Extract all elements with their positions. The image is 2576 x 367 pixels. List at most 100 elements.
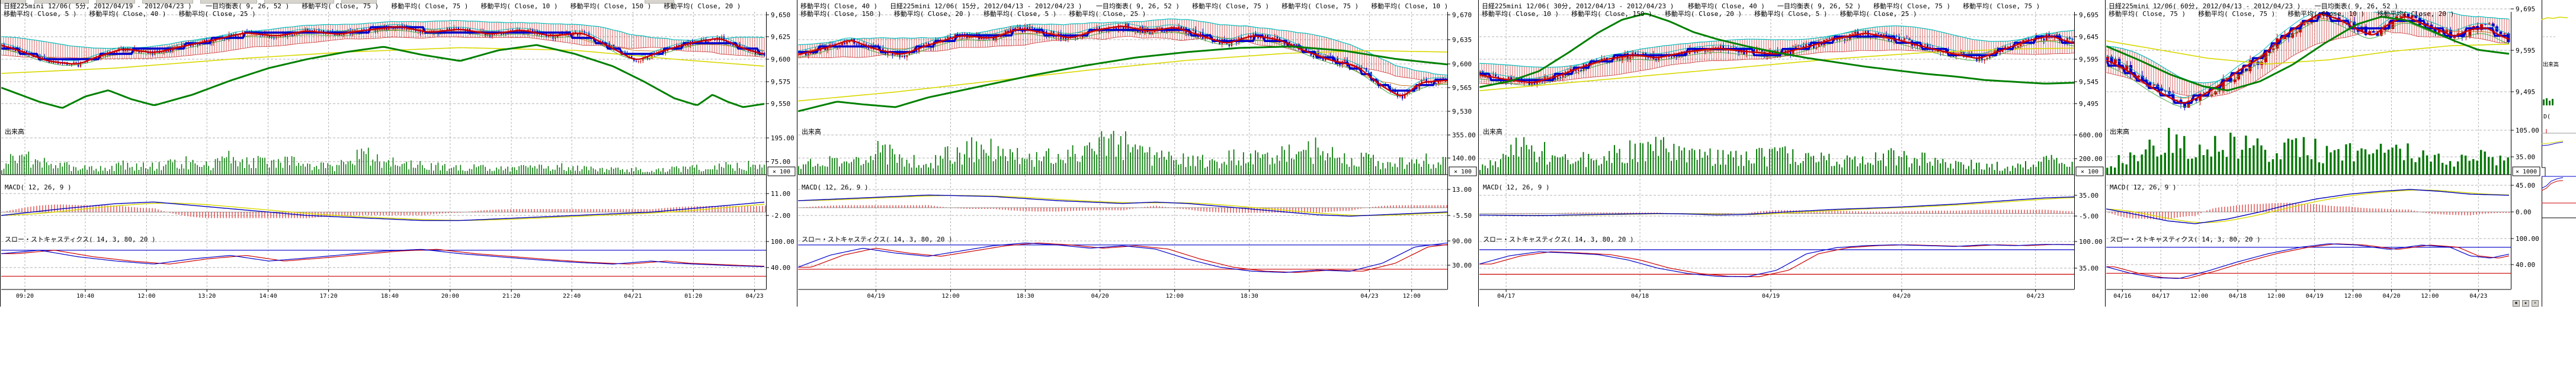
panel-60min-plot[interactable]: 9,6959,5959,495105.0035.0045.000.00100.0… (2105, 0, 2542, 367)
window-control-button-3[interactable]: × (2532, 300, 2539, 307)
legend-item: 移動平均( Close, 75 ) (1281, 2, 1359, 10)
macd-pane (2106, 189, 2511, 224)
macd-tick-label: 13.00 (1452, 186, 1472, 194)
legend-item: 移動平均( Close, 40 ) (800, 2, 877, 10)
stoch-tick-label: 100.00 (2516, 235, 2539, 243)
legend-item: 一目均衡表( 9, 26, 52 ) (1096, 2, 1180, 10)
candlesticks (1479, 28, 2073, 88)
stochastics-pane (1479, 244, 2074, 277)
legend-item: 移動平均( Close, 75 ) (2198, 9, 2275, 18)
macd-tick-label: -2.00 (771, 212, 790, 220)
legend-item: 移動平均( Close, 25 ) (1069, 9, 1146, 18)
stoch-tick-label: 40.00 (2516, 261, 2535, 269)
time-label: 12:00 (2344, 293, 2362, 300)
window-control-button-1[interactable]: ■ (2513, 300, 2520, 307)
legend-item: 移動平均( Close, 5 ) (4, 9, 76, 18)
price-tick-label: 9,645 (2079, 33, 2098, 41)
time-label: 04/19 (2306, 293, 2324, 300)
volume-tick-label: 195.00 (771, 134, 794, 142)
stoch-tick-label: 90.00 (1452, 237, 1472, 245)
fragment-line (2542, 17, 2568, 20)
time-label: 04/18 (1631, 293, 1649, 300)
volume-multiplier-label: × 100 (2081, 169, 2098, 175)
stoch-tick-label: 40.00 (771, 264, 790, 272)
macd-tick-label: 45.00 (2516, 182, 2535, 189)
legend-item: 移動平均( Close, 5 ) (1754, 9, 1827, 18)
price-tick-label: 9,595 (2079, 56, 2098, 63)
time-label: 04/20 (1091, 293, 1109, 300)
fragment-label: 出来高 (2543, 61, 2559, 68)
legend-item: 移動平均( Close, 10 ) (480, 2, 558, 10)
time-label: 18:30 (1241, 293, 1258, 300)
legend-item: 移動平均( Close, 10 ) (1371, 2, 1448, 10)
time-label: 10:40 (76, 293, 94, 300)
time-label: 12:00 (1166, 293, 1184, 300)
volume-section-label: 出来高 (1483, 127, 1502, 136)
legend-item: 移動平均( Close, 20 ) (664, 2, 741, 10)
macd-section-label: MACD( 12, 26, 9 ) (2110, 184, 2177, 191)
stoch-section-label: スロー・ストキャスティクス( 14, 3, 80, 20 ) (802, 236, 953, 243)
time-label: 04/23 (2469, 293, 2487, 300)
window-control-button-2[interactable]: ● (2522, 300, 2529, 307)
stoch-tick-label: 35.00 (2079, 265, 2098, 272)
fragment-line (2542, 181, 2563, 191)
stochastics-pane (1, 249, 766, 276)
legend-item: 移動平均( Close, 20 ) (894, 9, 971, 18)
stoch-tick-label: 100.00 (2079, 238, 2103, 246)
legend-item: 移動平均( Close, 75 ) (1873, 2, 1950, 10)
time-label: 12:00 (942, 293, 960, 300)
legend-item: 移動平均( Close, 20 ) (2377, 9, 2454, 18)
partial-panel: 出来高D( (2542, 0, 2576, 367)
stoch-section-label: スロー・ストキャスティクス( 14, 3, 80, 20 ) (5, 236, 156, 243)
macd-pane (1, 202, 766, 220)
volume-section-label: 出来高 (5, 127, 24, 136)
legend-item: 日経225mini 12/06( 5分, 2012/04/19 - 2012/0… (4, 2, 192, 10)
stochastics-pane (798, 243, 1447, 272)
volume-multiplier-label: × 100 (773, 169, 790, 175)
fragment-volume-bar (2552, 99, 2553, 105)
macd-tick-label: 11.00 (771, 190, 790, 198)
volume-section-label: 出来高 (802, 127, 821, 136)
panel-30min-plot[interactable]: 9,6959,6459,5959,5459,495600.00200.0035.… (1478, 0, 2105, 367)
price-tick-label: 9,600 (1452, 60, 1472, 68)
time-label: 04/23 (746, 293, 764, 300)
macd-section-label: MACD( 12, 26, 9 ) (5, 184, 72, 191)
time-label: 18:40 (381, 293, 399, 300)
time-label: 14:40 (259, 293, 277, 300)
time-label: 04/23 (2027, 293, 2045, 300)
stoch-tick-label: 30.00 (1452, 262, 1472, 269)
panel-15min-plot[interactable]: 9,6709,6359,6009,5659,530355.00140.0013.… (797, 0, 1478, 367)
moving-averages (1479, 14, 2074, 91)
stoch-section-label: スロー・ストキャスティクス( 14, 3, 80, 20 ) (2110, 236, 2261, 243)
stochastics-pane (2106, 244, 2511, 279)
volume-multiplier-label: × 100 (1454, 169, 1472, 175)
legend-item: 移動平均( Close, 20 ) (1665, 9, 1742, 18)
volume-tick-label: 200.00 (2079, 155, 2103, 163)
macd-pane (1479, 197, 2074, 215)
time-label: 04/20 (1893, 293, 1911, 300)
partial-panel-plot[interactable]: 出来高D( (2542, 0, 2576, 367)
price-tick-label: 9,550 (771, 100, 790, 108)
time-label: 13:20 (198, 293, 216, 300)
macd-section-label: MACD( 12, 26, 9 ) (1483, 184, 1550, 191)
time-label: 12:00 (137, 293, 155, 300)
volume-bars (1, 147, 765, 175)
time-label: 20:00 (441, 293, 459, 300)
price-tick-label: 9,495 (2516, 88, 2535, 96)
panel-5min-plot[interactable]: 9,6509,6259,6009,5759,550195.0075.0011.0… (0, 0, 797, 367)
time-label: 04/19 (867, 293, 885, 300)
macd-tick-label: -5.00 (2079, 213, 2098, 220)
volume-bars (1479, 137, 2073, 175)
macd-tick-label: 35.00 (2079, 192, 2098, 199)
stoch-section-label: スロー・ストキャスティクス( 14, 3, 80, 20 ) (1483, 236, 1634, 243)
legend-item: 移動平均( Close, 75 ) (391, 2, 468, 10)
legend-item: 移動平均( Close, 10 ) (1482, 9, 1559, 18)
legend-item: 日経225mini 12/06( 60分, 2012/04/13 - 2012/… (2109, 2, 2301, 10)
legend-item: 一目均衡表( 9, 26, 52 ) (206, 2, 289, 10)
price-tick-label: 9,600 (771, 56, 790, 63)
legend-item: 移動平均( Close, 150 ) (800, 9, 882, 18)
volume-section-label: 出来高 (2110, 127, 2129, 136)
time-label: 09:20 (16, 293, 34, 300)
price-tick-label: 9,695 (2516, 5, 2535, 13)
legend-item: 移動平均( Close, 75 ) (1192, 2, 1269, 10)
